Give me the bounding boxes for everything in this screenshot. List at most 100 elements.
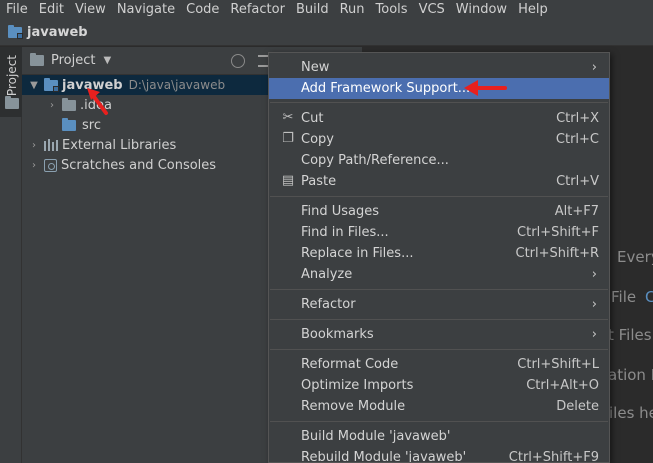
dropdown-arrow-icon[interactable]: ▼	[103, 55, 111, 66]
navigation-bar: javaweb	[0, 20, 653, 46]
menu-code[interactable]: Code	[180, 0, 224, 20]
menu-item-shortcut: Ctrl+V	[556, 174, 599, 189]
menu-separator	[270, 289, 608, 290]
menu-item-shortcut: Ctrl+C	[555, 132, 599, 147]
menu-run[interactable]: Run	[334, 0, 370, 20]
menu-view[interactable]: View	[69, 0, 111, 20]
menu-item-label: Bookmarks	[301, 327, 374, 342]
menu-item-build-module[interactable]: Build Module 'javaweb'	[269, 426, 609, 447]
menu-separator	[270, 319, 608, 320]
menu-item-label: Copy Path/Reference...	[301, 153, 449, 168]
project-tool-tab[interactable]: Project	[0, 47, 22, 117]
menu-separator	[270, 196, 608, 197]
menu-item-add-framework-support[interactable]: Add Framework Support...	[269, 78, 609, 99]
submenu-arrow-icon: ›	[591, 60, 597, 75]
menu-item-shortcut: Ctrl+X	[556, 111, 599, 126]
menu-item-replace-in-files[interactable]: Replace in Files... Ctrl+Shift+R	[269, 243, 609, 264]
menu-item-label: Analyze	[301, 267, 353, 282]
annotation-arrow-icon	[464, 80, 507, 96]
menu-file[interactable]: File	[0, 0, 33, 20]
paste-icon: ▤	[281, 173, 295, 188]
menu-item-label: New	[301, 60, 330, 75]
source-folder-icon	[62, 117, 76, 131]
menu-item-shortcut: Ctrl+Shift+F9	[508, 450, 599, 463]
project-folder-icon	[5, 96, 19, 109]
menu-window[interactable]: Window	[450, 0, 512, 20]
tree-item-path: D:\java\javaweb	[128, 78, 226, 92]
menu-item-find-in-files[interactable]: Find in Files... Ctrl+Shift+F	[269, 222, 609, 243]
menu-bar: File Edit View Navigate Code Refactor Bu…	[0, 0, 653, 20]
menu-item-shortcut: Ctrl+Shift+R	[515, 246, 600, 261]
menu-item-bookmarks[interactable]: Bookmarks ›	[269, 324, 609, 345]
menu-item-label: Reformat Code	[301, 357, 399, 372]
folder-icon	[62, 97, 76, 111]
submenu-arrow-icon: ›	[591, 327, 597, 342]
menu-item-new[interactable]: New ›	[269, 57, 609, 78]
editor-hint-text: iles he	[609, 404, 653, 422]
menu-item-reformat-code[interactable]: Reformat Code Ctrl+Shift+L	[269, 354, 609, 375]
menu-item-label: Remove Module	[301, 399, 406, 414]
project-view-icon	[30, 53, 44, 66]
menu-item-paste[interactable]: ▤ Paste Ctrl+V	[269, 171, 609, 192]
menu-item-label: Replace in Files...	[301, 246, 414, 261]
project-view-selector[interactable]: Project	[51, 53, 95, 68]
menu-separator	[270, 421, 608, 422]
menu-item-copy-path[interactable]: Copy Path/Reference...	[269, 150, 609, 171]
locate-file-icon[interactable]	[231, 54, 245, 68]
context-menu: New › Add Framework Support... ✂ Cut Ctr…	[268, 52, 610, 463]
menu-item-analyze[interactable]: Analyze ›	[269, 264, 609, 285]
submenu-arrow-icon: ›	[591, 267, 597, 282]
tree-item-label: External Libraries	[62, 137, 177, 153]
menu-item-label: Cut	[301, 111, 324, 126]
menu-tools[interactable]: Tools	[370, 0, 413, 20]
menu-separator	[270, 102, 608, 103]
chevron-right-icon[interactable]: ›	[46, 100, 58, 111]
menu-item-label: Build Module 'javaweb'	[301, 429, 451, 444]
menu-refactor[interactable]: Refactor	[224, 0, 290, 20]
chevron-right-icon[interactable]: ›	[28, 140, 40, 151]
menu-build[interactable]: Build	[290, 0, 334, 20]
scratches-icon	[44, 158, 57, 172]
left-tool-strip: Project	[0, 47, 22, 463]
editor-hint-text: ation E	[608, 366, 653, 384]
menu-item-shortcut: Alt+F7	[554, 204, 599, 219]
menu-item-find-usages[interactable]: Find Usages Alt+F7	[269, 201, 609, 222]
menu-item-label: Refactor	[301, 297, 356, 312]
module-folder-icon	[8, 25, 23, 39]
scissors-icon: ✂	[282, 110, 294, 125]
menu-item-cut[interactable]: ✂ Cut Ctrl+X	[269, 108, 609, 129]
tree-item-label: Scratches and Consoles	[61, 157, 217, 173]
menu-vcs[interactable]: VCS	[413, 0, 450, 20]
menu-item-optimize-imports[interactable]: Optimize Imports Ctrl+Alt+O	[269, 375, 609, 396]
breadcrumb-project[interactable]: javaweb	[27, 25, 88, 40]
editor-hint-shortcut: C	[645, 288, 653, 306]
menu-edit[interactable]: Edit	[33, 0, 69, 20]
menu-item-label: Optimize Imports	[301, 378, 414, 393]
menu-item-remove-module[interactable]: Remove Module Delete	[269, 396, 609, 417]
menu-navigate[interactable]: Navigate	[111, 0, 180, 20]
menu-item-shortcut: Delete	[556, 399, 599, 414]
menu-separator	[270, 349, 608, 350]
project-tool-tab-label: Project	[5, 55, 19, 97]
editor-hint-text: Every	[617, 248, 653, 266]
menu-item-rebuild-module[interactable]: Rebuild Module 'javaweb' Ctrl+Shift+F9	[269, 447, 609, 463]
menu-item-label: Copy	[301, 132, 334, 147]
menu-item-label: Paste	[301, 174, 337, 189]
menu-item-label: Find Usages	[301, 204, 380, 219]
editor-hint-text: t Files	[608, 326, 652, 344]
menu-item-label: Find in Files...	[301, 225, 389, 240]
menu-item-shortcut: Ctrl+Shift+L	[517, 357, 599, 372]
chevron-right-icon[interactable]: ›	[28, 160, 40, 171]
editor-hint-text: File	[611, 288, 637, 306]
tree-item-label: src	[82, 117, 101, 133]
library-icon	[44, 139, 58, 151]
submenu-arrow-icon: ›	[591, 297, 597, 312]
menu-item-copy[interactable]: ❐ Copy Ctrl+C	[269, 129, 609, 150]
menu-item-shortcut: Ctrl+Shift+F	[517, 225, 599, 240]
menu-help[interactable]: Help	[512, 0, 553, 20]
module-folder-icon	[44, 77, 59, 92]
menu-item-refactor[interactable]: Refactor ›	[269, 294, 609, 315]
chevron-down-icon[interactable]: ▼	[28, 80, 40, 91]
menu-item-shortcut: Ctrl+Alt+O	[526, 378, 599, 393]
copy-icon: ❐	[282, 131, 294, 146]
